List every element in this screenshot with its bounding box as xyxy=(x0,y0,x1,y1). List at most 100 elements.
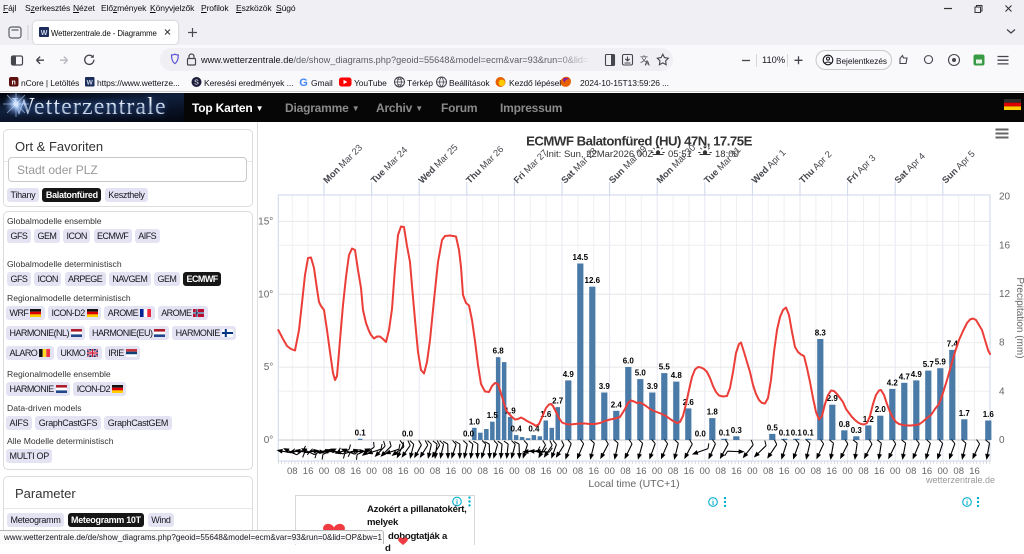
svg-text:08: 08 xyxy=(477,466,488,477)
svg-text:8: 8 xyxy=(999,338,1005,349)
svg-text:08: 08 xyxy=(573,466,584,477)
svg-text:2.7: 2.7 xyxy=(552,397,564,406)
svg-text:00: 00 xyxy=(604,466,615,477)
svg-text:4: 4 xyxy=(999,386,1005,397)
svg-text:08: 08 xyxy=(335,466,346,477)
svg-text:Mon Mar 23: Mon Mar 23 xyxy=(321,143,364,186)
svg-text:3.9: 3.9 xyxy=(647,382,659,391)
svg-text:00: 00 xyxy=(842,466,853,477)
svg-text:0.1: 0.1 xyxy=(803,428,815,437)
svg-text:Thu Mar 26: Thu Mar 26 xyxy=(464,144,505,185)
svg-text:0.4: 0.4 xyxy=(511,425,523,434)
svg-text:00: 00 xyxy=(366,466,377,477)
svg-text:08: 08 xyxy=(430,466,441,477)
svg-text:2.6: 2.6 xyxy=(683,398,695,407)
svg-text:16: 16 xyxy=(398,466,409,477)
svg-text:5.9: 5.9 xyxy=(935,358,947,367)
svg-text:4.9: 4.9 xyxy=(563,370,575,379)
svg-text:08: 08 xyxy=(525,466,536,477)
svg-text:00: 00 xyxy=(700,466,711,477)
svg-text:16: 16 xyxy=(684,466,695,477)
svg-text:12.6: 12.6 xyxy=(585,276,601,285)
svg-text:16: 16 xyxy=(826,466,837,477)
svg-text:i: i xyxy=(966,498,968,507)
svg-text:Sun Apr 5: Sun Apr 5 xyxy=(940,149,977,186)
svg-text:5.0: 5.0 xyxy=(635,369,647,378)
svg-text:10°: 10° xyxy=(258,289,273,300)
svg-text:20: 20 xyxy=(999,192,1011,203)
svg-text:0.0: 0.0 xyxy=(402,430,414,439)
svg-text:8.3: 8.3 xyxy=(815,329,827,338)
svg-text:2.4: 2.4 xyxy=(611,400,623,409)
svg-text:08: 08 xyxy=(620,466,631,477)
svg-text:Precipitation (mm): Precipitation (mm) xyxy=(1014,277,1024,358)
svg-text:16: 16 xyxy=(541,466,552,477)
svg-text:00: 00 xyxy=(557,466,568,477)
svg-text:Thu Apr 2: Thu Apr 2 xyxy=(797,149,833,185)
svg-text:00: 00 xyxy=(509,466,520,477)
svg-text:1.0: 1.0 xyxy=(469,417,481,426)
svg-text:00: 00 xyxy=(652,466,663,477)
svg-text:08: 08 xyxy=(763,466,774,477)
svg-text:0.1: 0.1 xyxy=(791,428,803,437)
svg-text:00: 00 xyxy=(462,466,473,477)
svg-text:0.0: 0.0 xyxy=(463,430,475,439)
svg-text:0.3: 0.3 xyxy=(731,426,743,435)
svg-text:12: 12 xyxy=(999,289,1011,300)
svg-text:16: 16 xyxy=(446,466,457,477)
svg-text:00: 00 xyxy=(319,466,330,477)
svg-text:0: 0 xyxy=(999,435,1005,446)
svg-text:0.3: 0.3 xyxy=(851,426,863,435)
svg-text:16: 16 xyxy=(493,466,504,477)
svg-text:08: 08 xyxy=(668,466,679,477)
svg-text:16: 16 xyxy=(779,466,790,477)
svg-text:16: 16 xyxy=(636,466,647,477)
svg-text:08: 08 xyxy=(382,466,393,477)
svg-text:4.9: 4.9 xyxy=(911,370,923,379)
svg-text:Sat Apr 4: Sat Apr 4 xyxy=(893,151,927,185)
svg-text:Wed Apr 1: Wed Apr 1 xyxy=(750,147,788,185)
svg-text:3.9: 3.9 xyxy=(599,382,611,391)
svg-text:4.8: 4.8 xyxy=(671,371,683,380)
svg-text:6.0: 6.0 xyxy=(623,357,635,366)
svg-text:16: 16 xyxy=(303,466,314,477)
svg-text:Wed Mar 25: Wed Mar 25 xyxy=(417,142,460,185)
svg-text:6.8: 6.8 xyxy=(493,347,505,356)
svg-text:0.8: 0.8 xyxy=(839,420,851,429)
svg-text:15°: 15° xyxy=(258,216,273,227)
svg-text:0.1: 0.1 xyxy=(355,428,367,437)
svg-text:4.2: 4.2 xyxy=(887,378,899,387)
svg-text:16: 16 xyxy=(874,466,885,477)
svg-text:5.7: 5.7 xyxy=(923,360,935,369)
svg-text:08: 08 xyxy=(906,466,917,477)
svg-text:Fri Mar 27: Fri Mar 27 xyxy=(512,148,550,186)
svg-text:00: 00 xyxy=(795,466,806,477)
svg-text:0.1: 0.1 xyxy=(779,428,791,437)
svg-text:0°: 0° xyxy=(264,435,274,446)
svg-text:16: 16 xyxy=(350,466,361,477)
svg-text:5°: 5° xyxy=(264,362,274,373)
svg-text:16: 16 xyxy=(999,240,1011,251)
svg-text:1.8: 1.8 xyxy=(707,408,719,417)
svg-text:0.5: 0.5 xyxy=(767,423,779,432)
svg-text:wetterzentrale.de: wetterzentrale.de xyxy=(925,475,995,485)
svg-text:00: 00 xyxy=(747,466,758,477)
svg-text:4.7: 4.7 xyxy=(899,372,911,381)
svg-text:1.6: 1.6 xyxy=(983,410,995,419)
svg-text:Local time (UTC+1): Local time (UTC+1) xyxy=(588,478,679,490)
svg-text:2.0: 2.0 xyxy=(875,405,887,414)
svg-text:08: 08 xyxy=(287,466,298,477)
svg-text:i: i xyxy=(712,498,714,507)
svg-text:0.0: 0.0 xyxy=(695,430,707,439)
svg-text:08: 08 xyxy=(811,466,822,477)
svg-text:14.5: 14.5 xyxy=(573,253,589,262)
svg-text:Fri Apr 3: Fri Apr 3 xyxy=(845,153,878,186)
svg-text:00: 00 xyxy=(890,466,901,477)
svg-text:16: 16 xyxy=(731,466,742,477)
svg-text:16: 16 xyxy=(588,466,599,477)
svg-text:1.5: 1.5 xyxy=(487,411,499,420)
svg-text:08: 08 xyxy=(715,466,726,477)
svg-text:1.7: 1.7 xyxy=(959,409,971,418)
svg-text:5.5: 5.5 xyxy=(659,363,671,372)
svg-text:Tue Mar 24: Tue Mar 24 xyxy=(369,145,410,186)
